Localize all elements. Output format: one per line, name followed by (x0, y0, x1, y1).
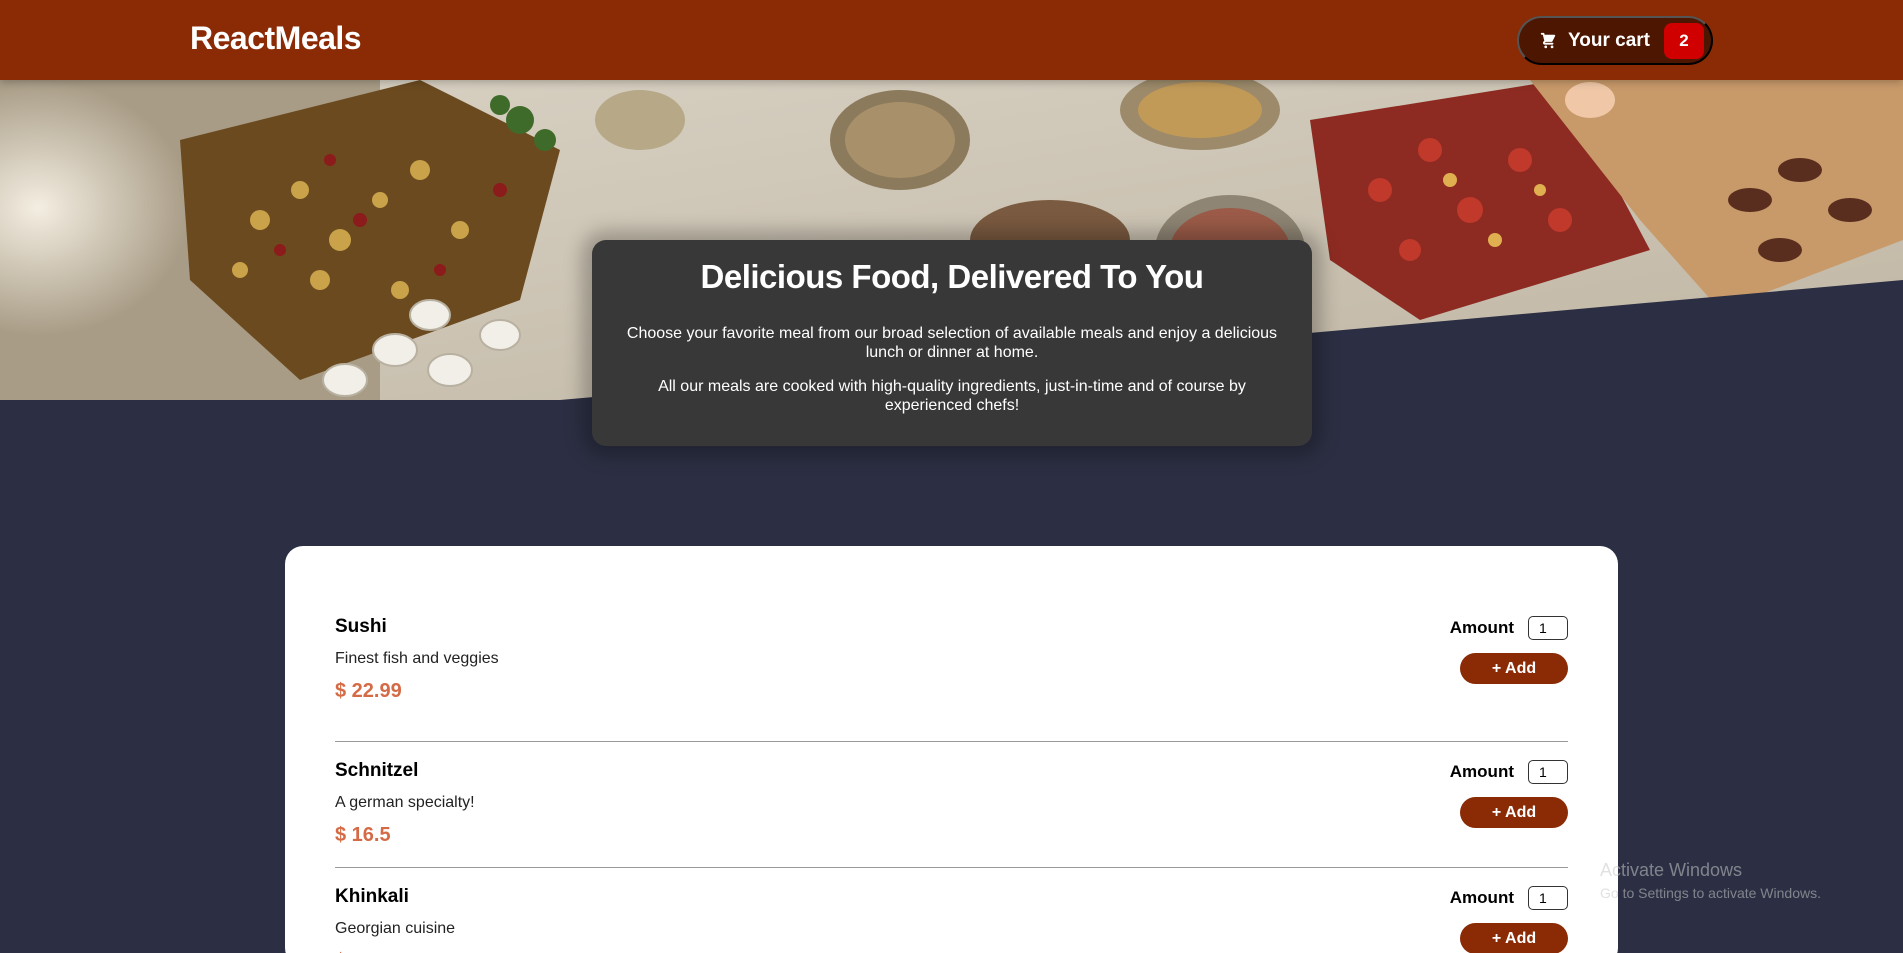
summary-paragraph-2: All our meals are cooked with high-quali… (658, 378, 1246, 414)
meal-description: A german specialty! (335, 794, 475, 811)
amount-row: Amount (1450, 616, 1568, 640)
meal-name: Schnitzel (335, 760, 419, 781)
meal-item: Khinkali Georgian cuisine $ 1 Amount + A… (335, 868, 1568, 953)
meal-price: $ 16.5 (335, 824, 391, 846)
meal-name: Khinkali (335, 886, 409, 907)
meal-info: Khinkali Georgian cuisine $ 1 (335, 886, 455, 953)
app-header: ReactMeals Your cart 2 (0, 0, 1903, 80)
amount-row: Amount (1450, 760, 1568, 784)
amount-input[interactable] (1528, 886, 1568, 910)
meal-form: Amount + Add (1450, 886, 1568, 953)
meal-form: Amount + Add (1450, 760, 1568, 867)
meal-form: Amount + Add (1450, 616, 1568, 741)
summary-card: Delicious Food, Delivered To You Choose … (592, 240, 1312, 446)
meal-item: Schnitzel A german specialty! $ 16.5 Amo… (335, 742, 1568, 868)
add-button[interactable]: + Add (1460, 923, 1568, 953)
amount-label: Amount (1449, 618, 1514, 637)
meal-description: Georgian cuisine (335, 920, 456, 937)
cart-icon (1539, 32, 1557, 50)
watermark-title: Activate Windows (1600, 860, 1743, 880)
windows-activation-watermark: Activate Windows Go to Settings to activ… (1600, 860, 1821, 901)
meals-list: Sushi Finest fish and veggies $ 22.99 Am… (335, 616, 1568, 953)
meal-name: Sushi (335, 616, 387, 637)
meal-description: Finest fish and veggies (335, 650, 499, 667)
cart-label: Your cart (1568, 29, 1651, 51)
meal-item: Sushi Finest fish and veggies $ 22.99 Am… (335, 616, 1568, 742)
amount-input[interactable] (1528, 616, 1568, 640)
add-button[interactable]: + Add (1460, 653, 1568, 684)
amount-input[interactable] (1528, 760, 1568, 784)
meal-info: Schnitzel A german specialty! $ 16.5 (335, 760, 475, 867)
cart-button[interactable]: Your cart 2 (1517, 16, 1713, 65)
add-button[interactable]: + Add (1460, 797, 1568, 828)
brand-title: ReactMeals (190, 20, 362, 56)
meals-card: Sushi Finest fish and veggies $ 22.99 Am… (285, 546, 1618, 953)
amount-label: Amount (1449, 888, 1514, 907)
amount-row: Amount (1450, 886, 1568, 910)
cart-count-badge: 2 (1664, 22, 1705, 59)
summary-title: Delicious Food, Delivered To You (700, 258, 1204, 295)
meal-info: Sushi Finest fish and veggies $ 22.99 (335, 616, 499, 741)
summary-paragraph-1: Choose your favorite meal from our broad… (626, 325, 1278, 361)
amount-label: Amount (1449, 762, 1514, 781)
meal-price: $ 22.99 (335, 680, 402, 702)
watermark-subtitle: Go to Settings to activate Windows. (1600, 885, 1821, 901)
